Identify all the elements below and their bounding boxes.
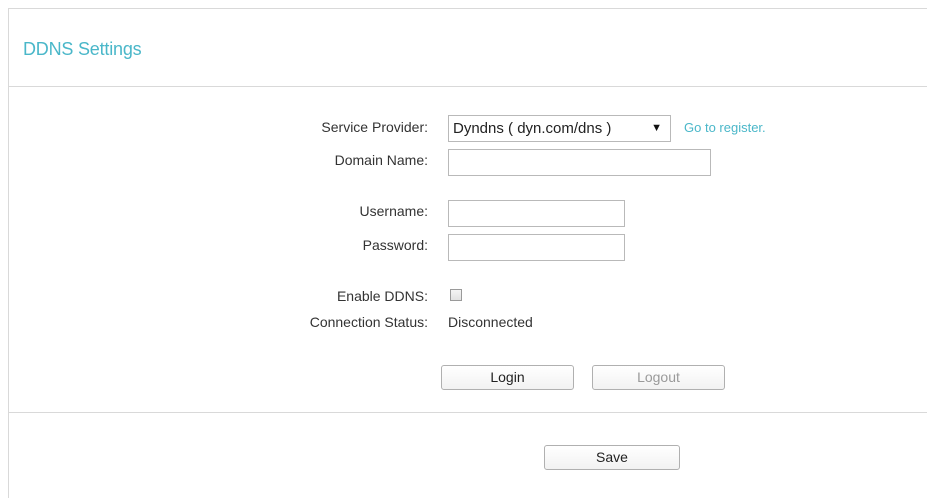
ddns-settings-panel: DDNS Settings Service Provider: Dyndns (… (8, 8, 927, 498)
password-input[interactable] (448, 234, 625, 261)
username-input[interactable] (448, 200, 625, 227)
service-provider-label: Service Provider: (321, 119, 428, 135)
login-button[interactable]: Login (441, 365, 574, 390)
enable-ddns-checkbox[interactable] (450, 289, 462, 301)
connection-status-label: Connection Status: (309, 314, 428, 330)
connection-status-value: Disconnected (448, 314, 533, 330)
enable-ddns-label: Enable DDNS: (336, 288, 428, 304)
page-title: DDNS Settings (23, 39, 142, 59)
logout-button[interactable]: Logout (592, 365, 725, 390)
domain-name-input[interactable] (448, 149, 711, 176)
save-button[interactable]: Save (544, 445, 680, 470)
dropdown-arrow-icon: ▼ (651, 122, 662, 134)
username-label: Username: (359, 203, 428, 219)
domain-name-label: Domain Name: (334, 152, 428, 168)
footer-divider (9, 412, 927, 413)
service-provider-value: Dyndns ( dyn.com/dns ) (453, 120, 612, 137)
go-to-register-link[interactable]: Go to register. (684, 120, 766, 135)
title-divider (9, 86, 927, 87)
password-label: Password: (362, 237, 428, 253)
service-provider-select[interactable]: Dyndns ( dyn.com/dns ) ▼ (448, 115, 671, 142)
